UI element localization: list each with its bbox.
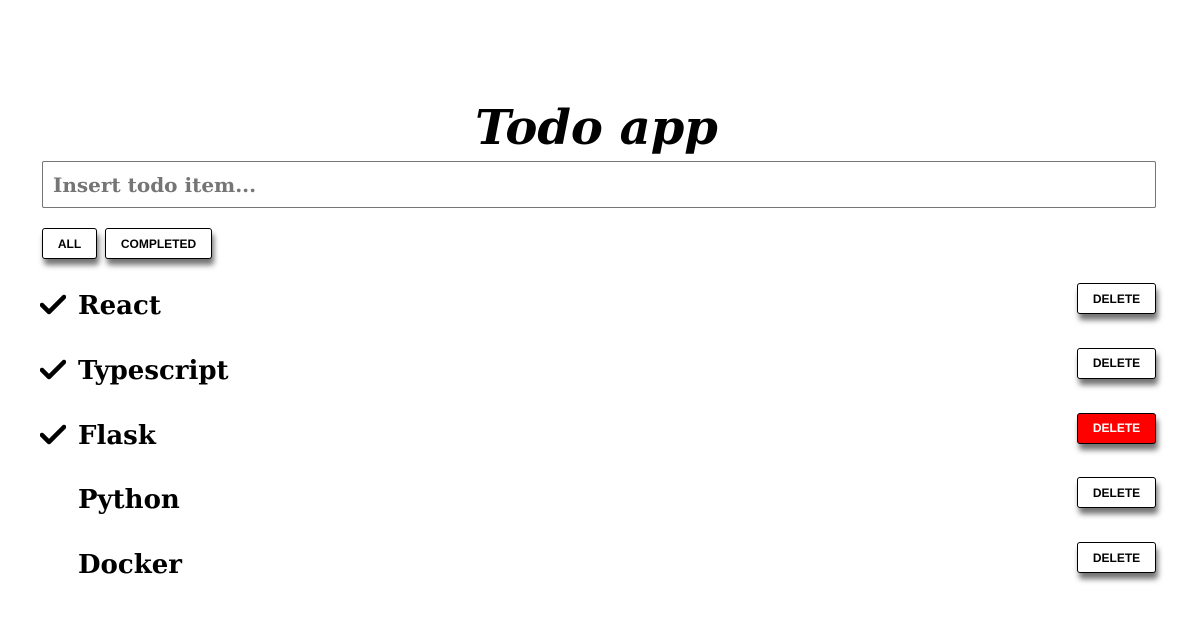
todo-item: React DELETE bbox=[40, 282, 1156, 347]
todo-item-label[interactable]: React bbox=[78, 286, 161, 326]
todo-item: Typescript DELETE bbox=[40, 347, 1156, 412]
check-icon[interactable] bbox=[40, 359, 66, 381]
todo-item-label[interactable]: Flask bbox=[78, 416, 156, 456]
todo-item: Flask DELETE bbox=[40, 412, 1156, 477]
todo-item-label[interactable]: Typescript bbox=[78, 351, 229, 391]
delete-button[interactable]: DELETE bbox=[1077, 412, 1156, 444]
delete-button[interactable]: DELETE bbox=[1077, 477, 1156, 509]
todo-item-label[interactable]: Docker bbox=[78, 545, 182, 585]
filter-completed-button[interactable]: COMPLETED bbox=[105, 228, 212, 259]
delete-button[interactable]: DELETE bbox=[1077, 283, 1156, 314]
delete-button[interactable]: DELETE bbox=[1077, 542, 1156, 573]
check-icon[interactable] bbox=[40, 294, 66, 316]
todo-list: React DELETE Typescript DELETE Flask DEL… bbox=[40, 282, 1156, 606]
filter-all-button[interactable]: ALL bbox=[42, 228, 97, 259]
todo-item: Docker DELETE bbox=[40, 541, 1156, 606]
check-icon[interactable] bbox=[40, 424, 66, 446]
todo-input[interactable] bbox=[42, 161, 1156, 208]
todo-item: Python DELETE bbox=[40, 476, 1156, 541]
delete-button[interactable]: DELETE bbox=[1077, 347, 1156, 379]
todo-item-label[interactable]: Python bbox=[78, 480, 180, 520]
page-title: Todo app bbox=[475, 100, 718, 156]
filter-bar: ALL COMPLETED bbox=[42, 228, 212, 259]
